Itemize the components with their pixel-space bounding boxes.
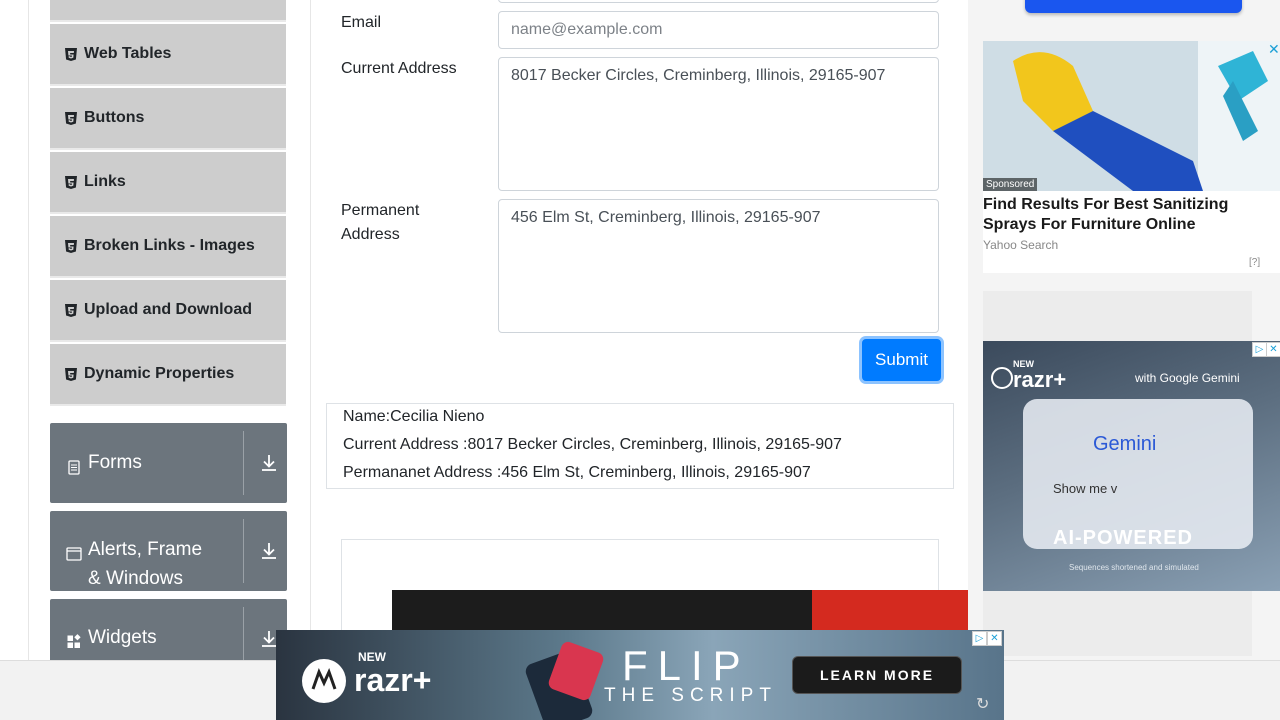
sidebar-item-label: Upload and Download <box>84 301 252 318</box>
razr-ad[interactable]: NEW razr+ with Google Gemini Gemini Show… <box>983 341 1280 591</box>
group-forms[interactable]: Forms <box>50 423 287 503</box>
sidebar-item-previous[interactable] <box>50 0 286 22</box>
banner-phone-image <box>506 638 626 720</box>
sidebar-item-label: Links <box>84 173 126 190</box>
html5-icon <box>65 175 77 189</box>
group-label: Forms <box>88 452 142 473</box>
razr-ad-gemini: Gemini <box>1093 433 1157 455</box>
email-field[interactable] <box>498 11 939 49</box>
ad-spacer-pattern-bottom <box>983 591 1252 656</box>
learn-more-button[interactable]: LEARN MORE <box>792 656 962 694</box>
sponsored-ad-title[interactable]: Find Results For Best Sanitizing Sprays … <box>983 195 1280 235</box>
output-permanent-address: Permananet Address :456 Elm St, Creminbe… <box>343 464 811 481</box>
permanent-label-line2: Address <box>341 226 400 243</box>
sidebar-item-dynamic-properties[interactable]: Dynamic Properties <box>50 344 286 406</box>
close-icon[interactable]: ✕ <box>1268 41 1280 58</box>
motorola-logo <box>991 367 1013 389</box>
adchoices-icon[interactable]: ▷ <box>1252 342 1267 357</box>
banner-subline: THE SCRIPT <box>604 685 777 706</box>
permanent-address-field[interactable]: 456 Elm St, Creminberg, Illinois, 29165-… <box>498 199 939 333</box>
banner-brand: razr+ <box>354 662 432 698</box>
html5-icon <box>65 47 77 61</box>
razr-ad-tagline: with Google Gemini <box>1135 371 1240 385</box>
sponsored-ad[interactable]: Sponsored Find Results For Best Sanitizi… <box>983 41 1280 273</box>
current-address-label: Current Address <box>341 60 457 77</box>
previous-input-field[interactable] <box>498 0 939 3</box>
sponsored-badge: Sponsored <box>983 178 1038 191</box>
widgets-icon <box>66 630 82 648</box>
current-address-field[interactable]: 8017 Becker Circles, Creminberg, Illinoi… <box>498 57 939 191</box>
sidebar-item-web-tables[interactable]: Web Tables <box>50 24 286 86</box>
razr-ad-prompt: Show me v <box>1053 481 1118 496</box>
output-name: Name:Cecilia Nieno <box>343 408 485 425</box>
ad-spacer-pattern <box>983 291 1252 341</box>
sidebar-item-links[interactable]: Links <box>50 152 286 214</box>
sidebar-item-buttons[interactable]: Buttons <box>50 88 286 150</box>
group-alerts-frame-windows[interactable]: Alerts, Frame & Windows <box>50 511 287 591</box>
sponsored-ad-source: Yahoo Search <box>983 238 1059 252</box>
sidebar-item-broken-links[interactable]: Broken Links - Images <box>50 216 286 278</box>
banner-headline: FLIP <box>622 642 751 689</box>
razr-ad-headline: AI-POWERED <box>1053 527 1193 549</box>
page: Web Tables Buttons Links Broken Links - … <box>0 0 1280 720</box>
download-icon[interactable] <box>260 541 278 561</box>
html5-icon <box>65 239 77 253</box>
sponsored-ad-image: Sponsored <box>983 41 1280 191</box>
close-icon[interactable]: ✕ <box>1266 342 1280 357</box>
download-icon[interactable] <box>260 453 278 473</box>
group-label: Widgets <box>88 627 157 648</box>
sidebar-item-label: Broken Links - Images <box>84 237 255 254</box>
window-icon <box>66 542 82 561</box>
content-divider <box>310 0 311 660</box>
close-icon[interactable]: ✕ <box>987 631 1002 646</box>
motorola-logo <box>302 659 346 703</box>
group-separator <box>243 519 244 583</box>
left-gutter-line <box>28 0 29 660</box>
sidebar-item-upload-download[interactable]: Upload and Download <box>50 280 286 342</box>
permanent-address-label: Permanent Address <box>341 199 419 247</box>
bottom-banner-ad[interactable]: NEW razr+ FLIP THE SCRIPT LEARN MORE ↻ <box>276 630 1004 720</box>
ad-info-link[interactable]: [?] <box>1249 257 1260 268</box>
email-label: Email <box>341 14 382 31</box>
html5-icon <box>65 303 77 317</box>
sidebar-item-label: Web Tables <box>84 45 172 62</box>
output-current-address: Current Address :8017 Becker Circles, Cr… <box>343 436 842 453</box>
right-ad-button[interactable] <box>1025 0 1242 13</box>
output-panel: Name:Cecilia Nieno Current Address :8017… <box>326 403 954 489</box>
html5-icon <box>65 111 77 125</box>
sidebar-item-label: Dynamic Properties <box>84 365 235 382</box>
group-label: Alerts, Frame & Windows <box>88 539 203 589</box>
permanent-label-line1: Permanent <box>341 202 420 219</box>
adchoices-icon[interactable]: ▷ <box>972 631 987 646</box>
razr-ad-brand: razr+ <box>1013 367 1067 392</box>
html5-icon <box>65 367 77 381</box>
replay-icon[interactable]: ↻ <box>976 694 989 714</box>
document-icon <box>66 455 82 475</box>
submit-button[interactable]: Submit <box>862 339 941 381</box>
sidebar-item-label: Buttons <box>84 109 145 126</box>
razr-ad-footnote: Sequences shortened and simulated <box>1069 563 1199 572</box>
group-separator <box>243 431 244 495</box>
